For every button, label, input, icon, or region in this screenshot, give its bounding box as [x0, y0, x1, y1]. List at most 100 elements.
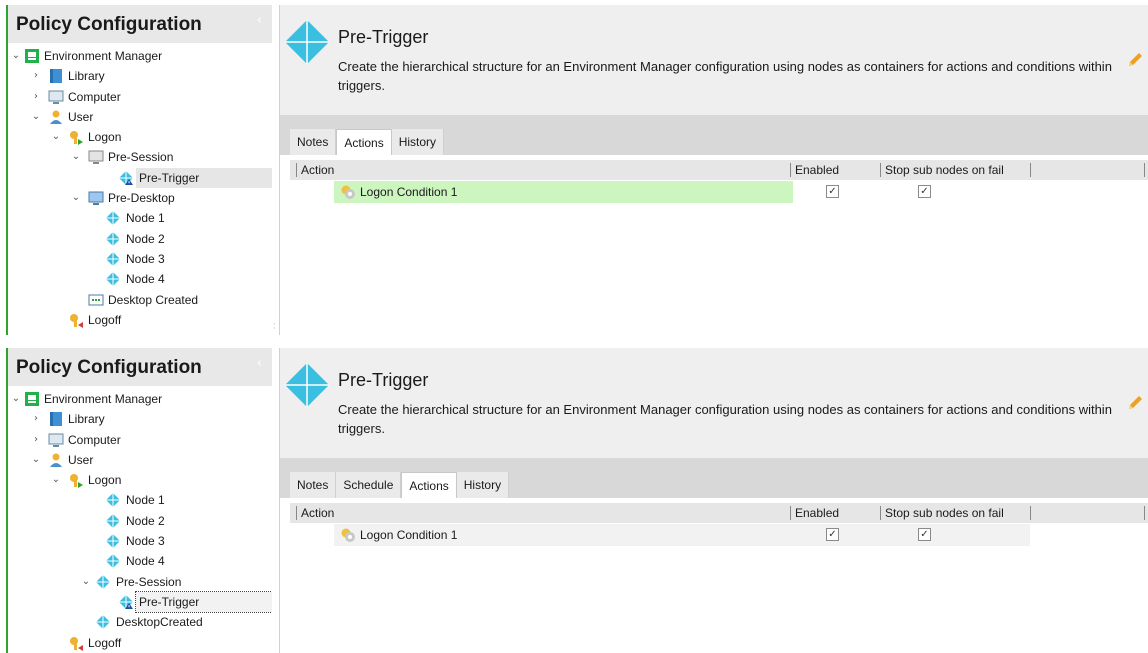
logoff-key-icon	[70, 636, 83, 651]
expand-chevron-icon[interactable]: ⌄	[10, 46, 22, 66]
tree-item-node-3[interactable]: Node 3	[8, 531, 272, 551]
expand-chevron-icon[interactable]: ⌄	[10, 389, 22, 409]
tab-notes[interactable]: Notes	[290, 472, 337, 498]
page-title: Pre-Trigger	[338, 27, 429, 47]
tab-history[interactable]: History	[456, 472, 510, 498]
column-header-enabled[interactable]: Enabled	[790, 506, 839, 520]
stop-sub-nodes-checkbox[interactable]: ✓	[918, 185, 931, 198]
tree-item-node-1[interactable]: Node 1	[8, 490, 272, 510]
tree-item-desktop-created[interactable]: Desktop Created	[8, 290, 272, 310]
node-diamond-icon	[106, 493, 120, 508]
session-monitor-icon	[88, 150, 104, 165]
expand-chevron-icon[interactable]: ⌄	[30, 107, 42, 127]
tree-item-pre-desktop[interactable]: ⌄ Pre-Desktop	[8, 188, 272, 208]
tree-pane-header: Policy Configuration ‹	[8, 348, 272, 386]
tree-item-library[interactable]: › Library	[8, 66, 272, 86]
tree-pane-header: Policy Configuration ‹	[8, 5, 272, 43]
collapse-pane-icon[interactable]: ‹	[257, 13, 262, 28]
grid-header: Action Enabled Stop sub nodes on fail	[290, 160, 1148, 180]
tree-item-pre-trigger[interactable]: Pre-Trigger	[8, 590, 272, 613]
column-header-extra[interactable]	[1030, 163, 1035, 177]
page-description: Create the hierarchical structure for an…	[338, 59, 1112, 93]
tree-item-label: DesktopCreated	[116, 615, 203, 630]
expand-chevron-icon[interactable]: ⌄	[30, 450, 42, 470]
tree-item-logoff[interactable]: Logoff	[8, 633, 272, 653]
tree-item-label: Node 3	[126, 534, 165, 549]
enabled-checkbox[interactable]: ✓	[826, 528, 839, 541]
tree-item-node-2[interactable]: Node 2	[8, 511, 272, 531]
tree-item-label: Logon	[88, 130, 122, 145]
expand-chevron-icon[interactable]: ›	[30, 430, 42, 450]
expand-chevron-icon[interactable]: ⌄	[70, 147, 82, 167]
tree-item-label: Logoff	[88, 312, 122, 327]
node-diamond-icon	[106, 554, 120, 569]
grid-header: Action Enabled Stop sub nodes on fail	[290, 503, 1148, 523]
library-book-icon	[50, 412, 62, 427]
tree-item-node-2[interactable]: Node 2	[8, 229, 272, 249]
expand-chevron-icon[interactable]: ›	[30, 66, 42, 86]
tree-item-computer[interactable]: › Computer	[8, 430, 272, 450]
column-header-action[interactable]: Action	[296, 163, 334, 177]
node-diamond-icon	[106, 534, 120, 549]
tree-item-logoff[interactable]: Logoff	[8, 310, 272, 330]
tree-item-logon[interactable]: ⌄ Logon	[8, 127, 272, 147]
action-name: Logon Condition 1	[360, 185, 458, 199]
tree-item-node-4[interactable]: Node 4	[8, 551, 272, 571]
tree-item-user[interactable]: ⌄ User	[8, 450, 272, 470]
tab-history[interactable]: History	[391, 129, 445, 155]
edit-pencil-icon[interactable]	[1127, 52, 1143, 68]
tree-item-label: User	[68, 109, 94, 124]
node-diamond-icon	[96, 615, 110, 630]
column-header-end	[1144, 506, 1148, 520]
tree-item-label: Pre-Session	[108, 150, 174, 165]
expand-chevron-icon[interactable]: ⌄	[50, 127, 62, 147]
tree-item-pre-session[interactable]: ⌄ Pre-Session	[8, 572, 272, 592]
expand-chevron-icon[interactable]: ›	[30, 409, 42, 429]
column-header-extra[interactable]	[1030, 506, 1035, 520]
column-header-stop-sub-nodes[interactable]: Stop sub nodes on fail	[880, 506, 1004, 520]
node-diamond-icon	[285, 20, 329, 64]
collapse-pane-icon[interactable]: ‹	[257, 356, 262, 371]
pane-splitter[interactable]: · ·	[273, 321, 277, 333]
tab-actions[interactable]: Actions	[401, 472, 457, 498]
column-header-enabled[interactable]: Enabled	[790, 163, 839, 177]
tree-item-pre-session[interactable]: ⌄ Pre-Session	[8, 147, 272, 167]
tree-item-user[interactable]: ⌄ User	[8, 107, 272, 127]
tree-item-node-3[interactable]: Node 3	[8, 249, 272, 269]
tree-item-label: Node 2	[126, 231, 165, 246]
tree-item-node-4[interactable]: Node 4	[8, 269, 272, 289]
tree-item-label: Node 3	[126, 251, 165, 266]
expand-chevron-icon[interactable]: ⌄	[80, 572, 92, 592]
tab-schedule[interactable]: Schedule	[336, 472, 402, 498]
tree-item-label: Pre-Desktop	[108, 191, 175, 206]
tab-actions[interactable]: Actions	[336, 129, 392, 155]
user-icon	[50, 453, 62, 467]
tree-item-library[interactable]: › Library	[8, 409, 272, 429]
node-diamond-icon	[106, 231, 120, 246]
tree-item-environment-manager[interactable]: ⌄ Environment Manager	[8, 46, 272, 66]
enabled-checkbox[interactable]: ✓	[826, 185, 839, 198]
tree-item-logon[interactable]: ⌄ Logon	[8, 470, 272, 490]
expand-chevron-icon[interactable]: ›	[30, 87, 42, 107]
column-header-stop-sub-nodes[interactable]: Stop sub nodes on fail	[880, 163, 1004, 177]
column-header-action[interactable]: Action	[296, 506, 334, 520]
tree-item-desktopcreated[interactable]: DesktopCreated	[8, 612, 272, 632]
page-title: Pre-Trigger	[338, 370, 429, 390]
table-row[interactable]: Logon Condition 1 ✓ ✓	[290, 181, 1148, 203]
stop-sub-nodes-checkbox[interactable]: ✓	[918, 528, 931, 541]
tree-item-environment-manager[interactable]: ⌄ Environment Manager	[8, 389, 272, 409]
expand-chevron-icon[interactable]: ⌄	[70, 188, 82, 208]
node-diamond-icon	[106, 211, 120, 226]
details-pane: Pre-Trigger Create the hierarchical stru…	[279, 348, 1148, 653]
actions-grid: Action Enabled Stop sub nodes on fail Lo…	[290, 160, 1148, 203]
tree-item-computer[interactable]: › Computer	[8, 87, 272, 107]
expand-chevron-icon[interactable]: ⌄	[50, 470, 62, 490]
tab-notes[interactable]: Notes	[290, 129, 337, 155]
table-row[interactable]: Logon Condition 1 ✓ ✓	[290, 524, 1148, 546]
column-header-end	[1144, 163, 1148, 177]
tree-item-node-1[interactable]: Node 1	[8, 208, 272, 228]
edit-pencil-icon[interactable]	[1127, 395, 1143, 411]
tree-item-label: Computer	[68, 432, 121, 447]
policy-tree: ⌄ Environment Manager › Library › Comput…	[8, 389, 272, 653]
tree-item-pre-trigger[interactable]: Pre-Trigger	[8, 167, 272, 188]
